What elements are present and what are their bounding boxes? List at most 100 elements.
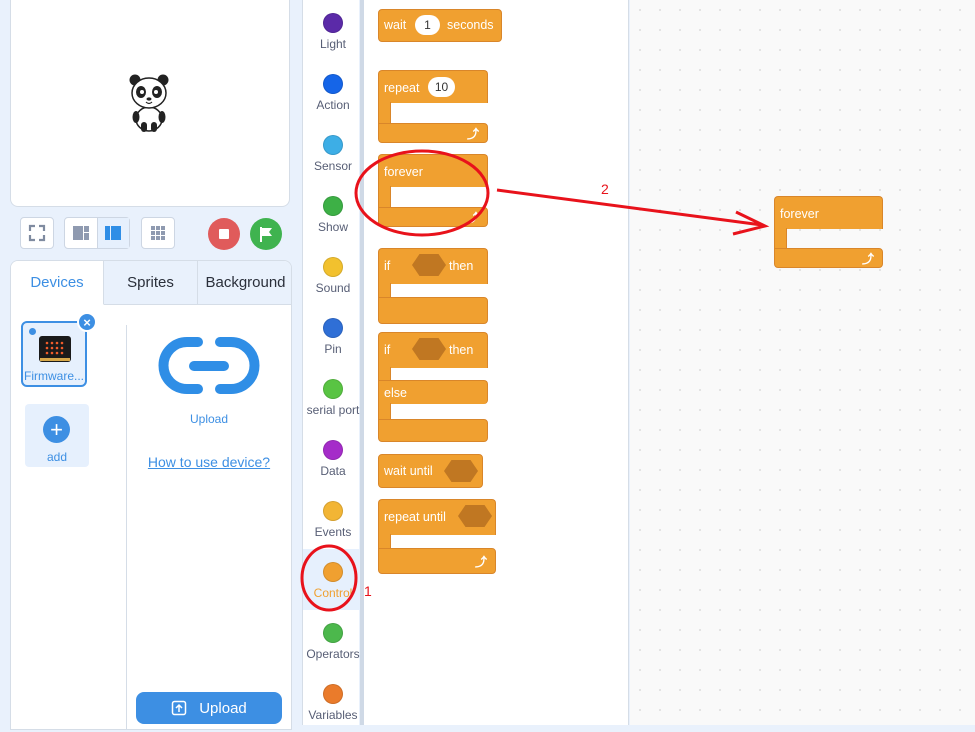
layout-toggle[interactable] bbox=[64, 217, 130, 249]
workspace-forever-block[interactable]: forever ⤴ bbox=[774, 196, 883, 268]
tab-background-label: Background bbox=[205, 274, 286, 291]
tab-devices-label: Devices bbox=[30, 274, 84, 291]
block-label: forever bbox=[780, 207, 819, 221]
block-palette: wait 1 seconds repeat 10 ⤴ forever ⤴ if … bbox=[360, 0, 629, 725]
category-label: Sensor bbox=[313, 159, 353, 173]
category-label: Sound bbox=[315, 281, 351, 295]
category-events[interactable]: Events bbox=[303, 488, 363, 549]
repeat-block[interactable]: repeat 10 ⤴ bbox=[378, 70, 488, 143]
tab-sprites-label: Sprites bbox=[127, 274, 174, 291]
category-serial-port[interactable]: serial port bbox=[303, 366, 363, 427]
category-label: Show bbox=[317, 220, 349, 234]
category-label: Variables bbox=[308, 708, 358, 722]
annotation-two: 2 bbox=[601, 181, 609, 197]
large-stage-icon bbox=[105, 226, 122, 240]
device-card[interactable]: Firmware... bbox=[21, 321, 87, 387]
tab-devices[interactable]: Devices bbox=[11, 261, 104, 305]
operators-dot-icon bbox=[323, 623, 343, 643]
panel-divider bbox=[126, 325, 127, 729]
loop-arrow-icon: ⤴ bbox=[862, 252, 875, 266]
panda-sprite[interactable] bbox=[127, 72, 171, 134]
sensor-dot-icon bbox=[323, 135, 343, 155]
how-to-use-link[interactable]: How to use device? bbox=[139, 454, 279, 470]
upload-button-label: Upload bbox=[199, 699, 247, 717]
microbit-icon bbox=[39, 336, 71, 362]
category-variables[interactable]: Variables bbox=[303, 671, 363, 732]
category-operators[interactable]: Operators bbox=[303, 610, 363, 671]
upload-link[interactable]: Upload bbox=[161, 412, 257, 426]
category-label: Action bbox=[316, 98, 350, 112]
remove-device-button[interactable]: × bbox=[77, 312, 97, 332]
forever-block[interactable]: forever ⤴ bbox=[378, 154, 488, 227]
repeat-until-block[interactable]: repeat until ⤴ bbox=[378, 499, 496, 575]
loop-arrow-icon: ⤴ bbox=[467, 211, 480, 225]
pin-dot-icon bbox=[323, 318, 343, 338]
category-sensor[interactable]: Sensor bbox=[303, 122, 363, 183]
small-stage-icon bbox=[72, 226, 89, 240]
repeat-count-input[interactable]: 10 bbox=[428, 77, 455, 97]
category-label: Data bbox=[320, 464, 346, 478]
light-dot-icon bbox=[323, 13, 343, 33]
tab-sprites[interactable]: Sprites bbox=[104, 261, 198, 305]
block-label: else bbox=[384, 386, 407, 400]
control-dot-icon bbox=[323, 562, 343, 582]
close-icon: × bbox=[83, 314, 91, 330]
wait-seconds-input[interactable]: 1 bbox=[415, 15, 440, 35]
events-dot-icon bbox=[323, 501, 343, 521]
block-label: if bbox=[384, 343, 391, 357]
block-label: then bbox=[449, 259, 474, 273]
action-dot-icon bbox=[323, 74, 343, 94]
category-label: serial port bbox=[306, 403, 360, 417]
add-device-button[interactable]: + add bbox=[25, 404, 89, 467]
if-else-block[interactable]: if then else bbox=[378, 332, 488, 442]
upload-icon bbox=[171, 700, 187, 716]
small-stage-button[interactable] bbox=[65, 218, 98, 248]
fullscreen-button[interactable] bbox=[20, 217, 54, 249]
block-label: repeat bbox=[384, 81, 420, 95]
loop-arrow-icon: ⤴ bbox=[475, 555, 488, 569]
stage bbox=[10, 0, 290, 207]
block-label: then bbox=[449, 343, 474, 357]
variables-dot-icon bbox=[323, 684, 343, 704]
green-flag-icon bbox=[260, 227, 272, 242]
block-label: wait until bbox=[384, 464, 433, 478]
category-pin[interactable]: Pin bbox=[303, 305, 363, 366]
block-label: forever bbox=[384, 165, 423, 179]
add-label: add bbox=[46, 450, 68, 464]
category-action[interactable]: Action bbox=[303, 61, 363, 122]
category-data[interactable]: Data bbox=[303, 427, 363, 488]
tab-background[interactable]: Background bbox=[198, 261, 291, 305]
stop-button[interactable] bbox=[208, 218, 240, 250]
large-stage-button[interactable] bbox=[97, 218, 129, 248]
sound-dot-icon bbox=[323, 257, 343, 277]
category-label: Pin bbox=[324, 342, 342, 356]
stop-icon bbox=[219, 229, 229, 239]
if-then-block[interactable]: if then bbox=[378, 248, 488, 324]
category-show[interactable]: Show bbox=[303, 183, 363, 244]
category-light[interactable]: Light bbox=[303, 0, 363, 61]
annotation-one: 1 bbox=[364, 583, 372, 599]
category-label: Events bbox=[314, 525, 352, 539]
category-sound[interactable]: Sound bbox=[303, 244, 363, 305]
code-workspace[interactable] bbox=[630, 0, 975, 725]
device-name: Firmware... bbox=[24, 369, 84, 383]
category-label: Operators bbox=[306, 647, 360, 661]
link-icon bbox=[158, 337, 260, 394]
block-label: seconds bbox=[447, 18, 494, 32]
category-control[interactable]: Control bbox=[303, 549, 363, 610]
block-label: wait bbox=[384, 18, 407, 32]
category-label: Light bbox=[319, 37, 347, 51]
category-menu: Light Action Sensor Show Sound Pin seria… bbox=[302, 0, 363, 725]
device-panel: Devices Sprites Background Firmware... ×… bbox=[10, 260, 292, 730]
connection-dot bbox=[29, 328, 36, 335]
category-label: Control bbox=[313, 586, 353, 600]
data-dot-icon bbox=[323, 440, 343, 460]
grid-icon bbox=[151, 226, 165, 240]
upload-button[interactable]: Upload bbox=[136, 692, 282, 724]
plus-icon: + bbox=[43, 416, 70, 443]
loop-arrow-icon: ⤴ bbox=[467, 127, 480, 141]
grid-view-button[interactable] bbox=[141, 217, 175, 249]
block-label: if bbox=[384, 259, 391, 273]
serial-dot-icon bbox=[323, 379, 343, 399]
go-button[interactable] bbox=[250, 218, 282, 250]
